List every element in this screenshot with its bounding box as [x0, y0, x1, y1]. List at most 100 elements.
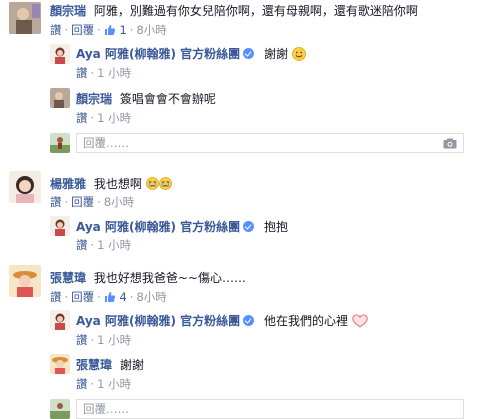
reply-link[interactable]: 回覆 — [71, 194, 94, 210]
camera-icon[interactable] — [443, 138, 457, 149]
reply-text: 抱抱 — [263, 220, 288, 234]
avatar-image — [50, 216, 70, 236]
page-name[interactable]: Aya 阿雅(柳翰雅) 官方粉絲團 — [76, 314, 240, 328]
reply-2-1-actions: 讚 · 1 小時 — [76, 237, 131, 253]
reply-3-1-actions: 讚 · 1 小時 — [76, 332, 131, 348]
thumbs-up-icon — [104, 292, 115, 302]
avatar-commenter-1-small[interactable] — [50, 88, 70, 108]
like-link[interactable]: 讚 — [76, 110, 88, 126]
comment-text: 阿雅，別難過有你女兒陪你啊，還有母親啊，還有歌迷陪你啊 — [93, 4, 418, 18]
separator-dot: · — [64, 23, 69, 37]
avatar-page-aya[interactable] — [50, 44, 70, 64]
reply-1-2-body: 顏宗瑞 簽唱會會不會辦呢 — [76, 90, 216, 107]
avatar-commenter-1[interactable] — [9, 2, 41, 34]
like-link[interactable]: 讚 — [50, 22, 62, 38]
page-name[interactable]: Aya 阿雅(柳翰雅) 官方粉絲團 — [76, 47, 240, 61]
avatar-commenter-3[interactable] — [9, 265, 41, 297]
verified-badge-icon — [243, 315, 255, 326]
reply-input[interactable] — [77, 134, 463, 152]
separator-dot: · — [129, 23, 134, 37]
separator-dot: · — [90, 66, 95, 80]
avatar-page-aya[interactable] — [50, 216, 70, 236]
reply-1-1-body: Aya 阿雅(柳翰雅) 官方粉絲團 謝謝 — [76, 45, 306, 62]
reply-3-2-actions: 讚 · 1 小時 — [76, 376, 131, 392]
like-link[interactable]: 讚 — [76, 65, 88, 81]
commenter-name[interactable]: 顏宗瑞 — [76, 92, 112, 106]
current-user-avatar — [50, 399, 70, 419]
current-user-avatar — [50, 133, 70, 153]
reply-link[interactable]: 回覆 — [71, 289, 94, 305]
like-link[interactable]: 讚 — [50, 289, 62, 305]
separator-dot: · — [64, 195, 69, 209]
commenter-name[interactable]: 張慧瑋 — [76, 358, 112, 372]
reply-box-3 — [76, 399, 464, 419]
reply-time[interactable]: 1 小時 — [97, 332, 131, 348]
crying-emoji-icon — [158, 177, 172, 190]
like-link[interactable]: 讚 — [50, 194, 62, 210]
separator-dot: · — [64, 290, 69, 304]
like-count[interactable]: 1 — [104, 23, 127, 37]
separator-dot: · — [129, 290, 134, 304]
comment-1-actions: 讚 · 回覆 · 1 · 8小時 — [50, 22, 167, 38]
reply-text: 簽唱會會不會辦呢 — [119, 92, 216, 106]
reply-text: 謝謝 — [263, 47, 288, 61]
reply-time[interactable]: 1 小時 — [97, 376, 131, 392]
reply-input[interactable] — [77, 400, 463, 418]
separator-dot: · — [97, 23, 101, 37]
comment-time[interactable]: 8小時 — [136, 22, 166, 38]
separator-dot: · — [97, 195, 101, 209]
reply-1-2-actions: 讚 · 1 小時 — [76, 110, 131, 126]
comment-text: 我也好想我爸爸~~傷心…… — [93, 271, 246, 285]
heart-emoji-icon — [352, 314, 368, 328]
avatar-page-aya[interactable] — [50, 310, 70, 330]
comment-1-body: 顏宗瑞 阿雅，別難過有你女兒陪你啊，還有母親啊，還有歌迷陪你啊 — [50, 2, 418, 19]
avatar-image — [50, 310, 70, 330]
avatar-image — [50, 354, 70, 374]
avatar-image — [50, 44, 70, 64]
commenter-name[interactable]: 張慧瑋 — [50, 271, 86, 285]
reply-2-1-body: Aya 阿雅(柳翰雅) 官方粉絲團 抱抱 — [76, 218, 288, 235]
avatar-image — [50, 399, 70, 419]
avatar-image — [9, 2, 41, 34]
crying-emoji-icon — [145, 177, 159, 190]
comment-time[interactable]: 8小時 — [104, 194, 134, 210]
reply-time[interactable]: 1 小時 — [97, 65, 131, 81]
like-link[interactable]: 讚 — [76, 332, 88, 348]
reply-time[interactable]: 1 小時 — [97, 110, 131, 126]
avatar-image — [50, 88, 70, 108]
avatar-commenter-2[interactable] — [9, 171, 41, 203]
reply-text: 他在我們的心裡 — [263, 314, 348, 328]
like-link[interactable]: 讚 — [76, 237, 88, 253]
reply-3-1-body: Aya 阿雅(柳翰雅) 官方粉絲團 他在我們的心裡 — [76, 312, 368, 329]
comment-time[interactable]: 8小時 — [136, 289, 166, 305]
avatar-image — [9, 171, 41, 203]
commenter-name[interactable]: 楊雅雅 — [50, 177, 86, 191]
commenter-name[interactable]: 顏宗瑞 — [50, 4, 86, 18]
comment-2-actions: 讚 · 回覆 · 8小時 — [50, 194, 134, 210]
reply-box-1 — [76, 133, 464, 153]
separator-dot: · — [90, 333, 95, 347]
avatar-image — [9, 265, 41, 297]
reply-3-2-body: 張慧瑋 謝謝 — [76, 356, 144, 373]
separator-dot: · — [97, 290, 101, 304]
comment-text: 我也想啊 — [93, 177, 142, 191]
separator-dot: · — [90, 111, 95, 125]
comment-3-actions: 讚 · 回覆 · 4 · 8小時 — [50, 289, 167, 305]
verified-badge-icon — [243, 48, 255, 59]
reply-time[interactable]: 1 小時 — [97, 237, 131, 253]
separator-dot: · — [90, 377, 95, 391]
reply-link[interactable]: 回覆 — [71, 22, 94, 38]
like-count[interactable]: 4 — [104, 290, 127, 304]
thumbs-up-icon — [104, 25, 115, 35]
like-link[interactable]: 讚 — [76, 376, 88, 392]
verified-badge-icon — [243, 221, 255, 232]
reply-text: 謝謝 — [119, 358, 144, 372]
avatar-image — [50, 133, 70, 153]
reply-1-1-actions: 讚 · 1 小時 — [76, 65, 131, 81]
smile-emoji-icon — [291, 47, 306, 61]
avatar-commenter-3-small[interactable] — [50, 354, 70, 374]
comment-2-body: 楊雅雅 我也想啊 — [50, 175, 172, 192]
page-name[interactable]: Aya 阿雅(柳翰雅) 官方粉絲團 — [76, 220, 240, 234]
separator-dot: · — [90, 238, 95, 252]
comment-3-body: 張慧瑋 我也好想我爸爸~~傷心…… — [50, 269, 246, 286]
